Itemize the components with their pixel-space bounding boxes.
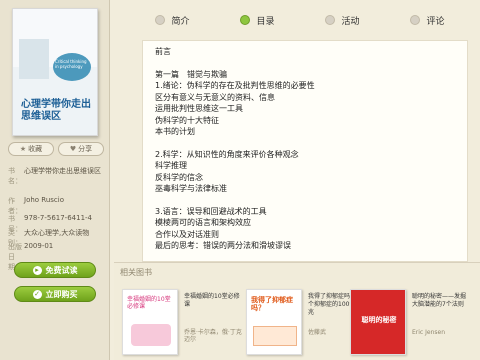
toc-line: 运用批判性思维这一工具: [155, 104, 243, 113]
buy-now-label: 立即购买: [45, 289, 78, 299]
toc-line: 合作以及对话准则: [155, 229, 219, 239]
meta-key: 作者：: [8, 197, 22, 215]
toc-line: 最后的思考：错误的两分法和滑坡谬误: [155, 241, 291, 250]
related-cover-art: [131, 324, 171, 346]
toc-line: 科学推理: [155, 161, 187, 170]
share-button[interactable]: ♥ 分享: [58, 142, 104, 156]
related-books-header: 相关图书: [120, 268, 152, 277]
favorite-label: 收藏: [28, 145, 43, 153]
related-book-title: 聪明的秘密——发掘大脑潜能的7个法则: [412, 293, 467, 308]
meta-value: 大众心理学,大众读物: [24, 229, 90, 237]
toc-line: 2.科学：从知识性的角度来评价各种观念: [155, 149, 299, 159]
related-book-author: Eric Jensen: [412, 329, 446, 336]
related-books-section: 相关图书 幸福婚姻的10堂必修课 幸福婚姻的10堂必修课 乔恩·卡尔森，俄·丁克…: [114, 262, 480, 360]
related-book-cover: 幸福婚姻的10堂必修课: [122, 289, 178, 355]
toc-line: 模棱两可的语言和架构效应: [155, 218, 251, 227]
toc-line: 1.绪论：伪科学的存在及批判性思维的必要性: [155, 81, 315, 90]
free-trial-label: 免费试读: [45, 265, 78, 275]
book-detail-sidebar: Critical thinking in psychology 心理学带你走出思…: [0, 0, 110, 360]
tab-comments[interactable]: 评论: [385, 10, 470, 30]
toc-line: 前言: [155, 47, 171, 56]
related-book-item[interactable]: 幸福婚姻的10堂必修课 幸福婚姻的10堂必修课 乔恩·卡尔森，俄·丁克迈尔: [122, 289, 242, 357]
tab-label: 评论: [426, 16, 445, 27]
toc-list: 前言 第一篇 错觉与欺骗 1.绪论：伪科学的存在及批判性思维的必要性 区分有意义…: [155, 46, 455, 252]
meta-value: Joho Ruscio: [24, 196, 65, 204]
cover-title: 心理学带你走出思维误区: [21, 99, 91, 122]
toc-line: 3.语言：误导和回避战术的工具: [155, 206, 267, 216]
table-of-contents-panel[interactable]: 前言 第一篇 错觉与欺骗 1.绪论：伪科学的存在及批判性思维的必要性 区分有意义…: [142, 40, 468, 262]
tab-indicator-icon: [155, 15, 166, 25]
related-book-cover: 我得了抑郁症吗？: [246, 289, 302, 355]
related-cover-art: [253, 326, 297, 346]
related-book-title: 幸福婚姻的10堂必修课: [184, 293, 240, 308]
related-book-cover: 聪明的秘密: [350, 289, 406, 355]
cover-subtitle: Critical thinking in psychology: [55, 59, 87, 69]
toc-line: 巫毒科学与法律标准: [155, 184, 227, 193]
meta-key: 书名：: [8, 167, 22, 185]
tab-contents[interactable]: 目录: [215, 10, 300, 30]
meta-value: 978-7-5617-6411-4: [24, 214, 93, 222]
tab-label: 简介: [171, 16, 190, 27]
detail-tabs: 简介 目录 活动 评论: [130, 10, 470, 30]
cart-icon: ✓: [32, 289, 42, 299]
star-icon: ★: [19, 145, 27, 153]
buy-now-button[interactable]: ✓ 立即购买: [14, 286, 96, 302]
play-icon: ▸: [32, 265, 42, 275]
toc-line: 反科学的信念: [155, 172, 203, 182]
tab-indicator-icon: [410, 15, 421, 25]
tab-label: 目录: [256, 16, 275, 27]
related-book-item[interactable]: 我得了抑郁症吗？ 我得了抑郁症吗？一个抑郁症的100个征兆 佐藤武: [246, 289, 366, 357]
favorite-button[interactable]: ★ 收藏: [8, 142, 54, 156]
tab-indicator-icon: [240, 15, 251, 25]
free-trial-button[interactable]: ▸ 免费试读: [14, 262, 96, 278]
related-book-item[interactable]: 聪明的秘密 聪明的秘密——发掘大脑潜能的7个法则 Eric Jensen: [350, 289, 470, 357]
toc-line: 区分有意义与无意义的资料、信息: [155, 92, 275, 102]
related-cover-text: 我得了抑郁症吗？: [251, 296, 293, 312]
toc-line: 本书的计划: [155, 127, 195, 136]
tab-indicator-icon: [325, 15, 336, 25]
meta-author: 作者：Joho Ruscio: [8, 196, 108, 216]
toc-line: 伪科学的十大特征: [155, 115, 219, 125]
tab-activity[interactable]: 活动: [300, 10, 385, 30]
tab-intro[interactable]: 简介: [130, 10, 215, 30]
heart-icon: ♥: [69, 145, 77, 153]
toc-line: 第一篇 错觉与欺骗: [155, 69, 227, 79]
book-cover[interactable]: Critical thinking in psychology 心理学带你走出思…: [12, 8, 98, 136]
meta-value: 心理学带你走出思维误区: [24, 167, 101, 175]
related-book-author: 乔恩·卡尔森，俄·丁克迈尔: [184, 329, 242, 343]
tab-label: 活动: [341, 16, 360, 27]
related-cover-text: 幸福婚姻的10堂必修课: [127, 296, 171, 310]
meta-title: 书名：心理学带你走出思维误区: [8, 166, 108, 186]
related-cover-text: 聪明的秘密: [361, 316, 397, 324]
share-label: 分享: [78, 145, 93, 153]
meta-value: 2009-01: [24, 242, 54, 250]
cover-illustration: [19, 39, 49, 79]
